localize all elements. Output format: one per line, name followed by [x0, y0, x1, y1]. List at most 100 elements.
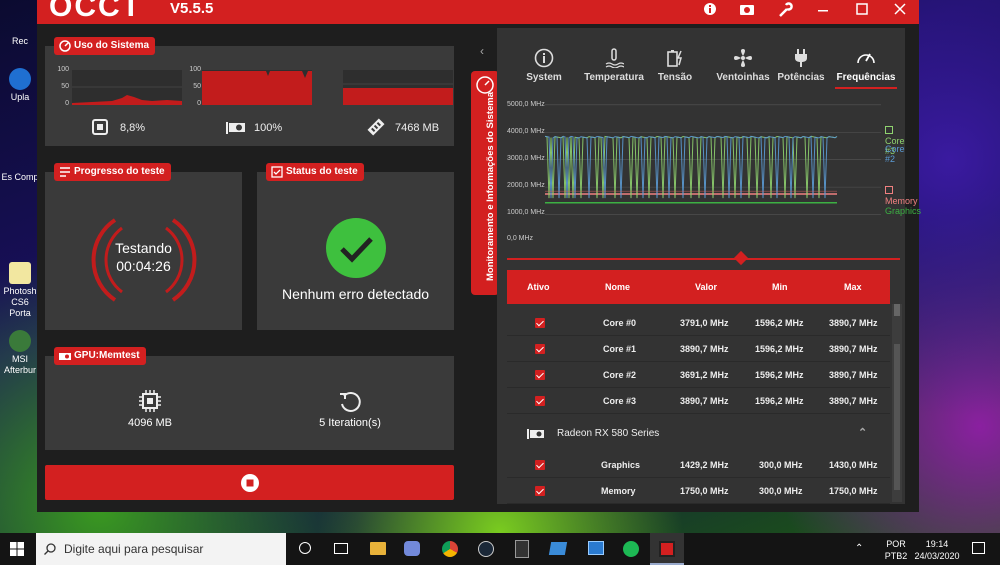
occt-taskbar-icon[interactable] [650, 533, 684, 565]
check-circle-icon [326, 218, 386, 278]
tab-system[interactable]: System [519, 48, 569, 83]
timeline-track[interactable] [507, 258, 900, 260]
gpu-card-icon [527, 429, 544, 439]
tab-ventoinhas[interactable]: Ventoinhas [709, 48, 777, 83]
table-scrollbar[interactable] [892, 304, 902, 502]
header-value[interactable]: Valor [695, 282, 717, 292]
windows-start-icon[interactable] [10, 542, 24, 556]
wrench-icon[interactable] [774, 0, 796, 22]
gpu-icon [226, 121, 246, 140]
maximize-icon[interactable] [851, 0, 873, 22]
app-blue-icon[interactable] [548, 542, 568, 555]
tab-temperatura[interactable]: Temperatura [575, 48, 653, 83]
cpu-icon [92, 119, 108, 140]
speedometer-icon [857, 53, 875, 64]
progress-status: Testando [115, 240, 172, 256]
row-checkbox[interactable] [535, 370, 545, 380]
legend-graphics: Graphics [885, 206, 922, 216]
gauge-icon [59, 40, 71, 52]
test-status-title: Status do teste [286, 166, 358, 177]
search-icon [44, 543, 56, 555]
collapse-chevron-icon[interactable]: ‹ [480, 44, 484, 58]
minimize-icon[interactable] [812, 0, 834, 22]
row-checkbox[interactable] [535, 396, 545, 406]
desktop-icon-computer[interactable]: Es Comp [0, 148, 40, 183]
chrome-icon[interactable] [442, 541, 458, 557]
taskbar: Digite aqui para pesquisar ⌃ POR PTB2 19… [0, 533, 1000, 565]
desktop-icon-msi-afterburner[interactable]: MSI Afterbur [0, 330, 40, 376]
y-label-0: 0,0 MHz [507, 235, 534, 242]
clock[interactable]: 19:14 24/03/2020 [912, 538, 962, 562]
desktop-icon-photoshop[interactable]: Photosh CS6 Porta [0, 262, 40, 319]
language-indicator[interactable]: POR PTB2 [884, 538, 908, 562]
cpu-axis-mid: 50 [61, 83, 69, 90]
stop-icon [241, 474, 259, 492]
iteration-refresh-icon [340, 391, 361, 412]
test-progress-panel: Testando 00:04:26 [45, 172, 242, 330]
row-checkbox[interactable] [535, 318, 545, 328]
table-row[interactable]: Memory 1750,0 MHz 300,0 MHz 1750,0 MHz [507, 478, 890, 504]
gpu-axis-bottom: 0 [197, 100, 201, 107]
gpu-memtest-tag: GPU:Memtest [54, 347, 146, 365]
taskbar-search-input[interactable]: Digite aqui para pesquisar [36, 533, 286, 565]
camera-icon[interactable] [736, 0, 758, 22]
cpu-usage-graph [72, 70, 182, 105]
y-label-5000: 5000,0 MHz [507, 101, 545, 108]
table-row[interactable]: Core #1 3890,7 MHz 1596,2 MHz 3890,7 MHz [507, 336, 890, 362]
monitoring-side-tab[interactable]: Monitoramento e Informações do Sistema [471, 71, 499, 295]
spotify-icon[interactable] [623, 541, 639, 557]
y-label-4000: 4000,0 MHz [507, 128, 545, 135]
desktop-icon-recycle[interactable]: Rec [0, 12, 40, 47]
gpu-group-header[interactable]: Radeon RX 580 Series ⌃ [507, 420, 890, 448]
table-row[interactable]: Core #0 3791,0 MHz 1596,2 MHz 3890,7 MHz [507, 310, 890, 336]
gpu-usage-value: 100% [254, 122, 283, 134]
plug-icon [795, 49, 807, 67]
notification-icon[interactable] [972, 542, 985, 554]
gpu-usage-graph [202, 70, 312, 105]
row-checkbox[interactable] [535, 344, 545, 354]
desktop-icon-uplay[interactable]: Upla [0, 68, 40, 103]
cpu-usage-value: 8,8% [120, 122, 146, 134]
table-row[interactable]: Graphics 1429,2 MHz 300,0 MHz 1430,0 MHz [507, 452, 890, 478]
thermometer-icon [605, 48, 624, 68]
app-version: V5.5.5 [170, 0, 214, 17]
row-checkbox[interactable] [535, 460, 545, 470]
cortana-icon[interactable] [299, 542, 311, 554]
monitoring-panel: System Temperatura Tensão Ventoinhas Pot… [497, 28, 921, 504]
chevron-up-icon[interactable]: ⌃ [858, 426, 867, 439]
status-message: Nenhum erro detectado [281, 286, 430, 302]
stop-test-button[interactable] [45, 465, 454, 500]
memory-usage-graph [343, 70, 453, 105]
tab-tensao[interactable]: Tensão [649, 48, 701, 83]
table-row[interactable]: Core #3 3890,7 MHz 1596,2 MHz 3890,7 MHz [507, 388, 890, 414]
file-explorer-icon[interactable] [370, 542, 386, 555]
active-tab-underline [835, 87, 897, 89]
tray-chevron-icon[interactable]: ⌃ [855, 543, 863, 554]
y-label-3000: 3000,0 MHz [507, 155, 545, 162]
gpu-memtest-panel: 4096 MB 5 Iteration(s) [45, 356, 454, 450]
chip-icon [139, 390, 161, 412]
header-name[interactable]: Nome [605, 282, 630, 292]
gpu-memtest-title: GPU:Memtest [74, 350, 140, 361]
tab-potencias[interactable]: Potências [775, 48, 827, 83]
info-icon[interactable] [699, 0, 721, 22]
task-view-icon[interactable] [334, 543, 348, 554]
row-checkbox[interactable] [535, 486, 545, 496]
timeline-handle[interactable] [733, 250, 749, 266]
scroll-thumb[interactable] [894, 344, 900, 490]
discord-icon[interactable] [404, 541, 420, 556]
tab-frequencias[interactable]: Frequências [835, 48, 897, 83]
steam-icon[interactable] [478, 541, 494, 557]
close-icon[interactable] [889, 0, 911, 22]
fan-icon [734, 49, 752, 67]
header-max[interactable]: Max [844, 282, 862, 292]
app-monitor-icon[interactable] [588, 541, 604, 555]
header-active[interactable]: Ativo [527, 282, 550, 292]
scroll-up-arrow[interactable] [894, 304, 900, 316]
header-min[interactable]: Min [772, 282, 788, 292]
epic-games-icon[interactable] [515, 540, 529, 558]
gpu-axis-top: 100 [189, 66, 201, 73]
progress-icon [60, 167, 70, 177]
table-row[interactable]: Core #2 3691,2 MHz 1596,2 MHz 3890,7 MHz [507, 362, 890, 388]
battery-bolt-icon [667, 50, 682, 67]
